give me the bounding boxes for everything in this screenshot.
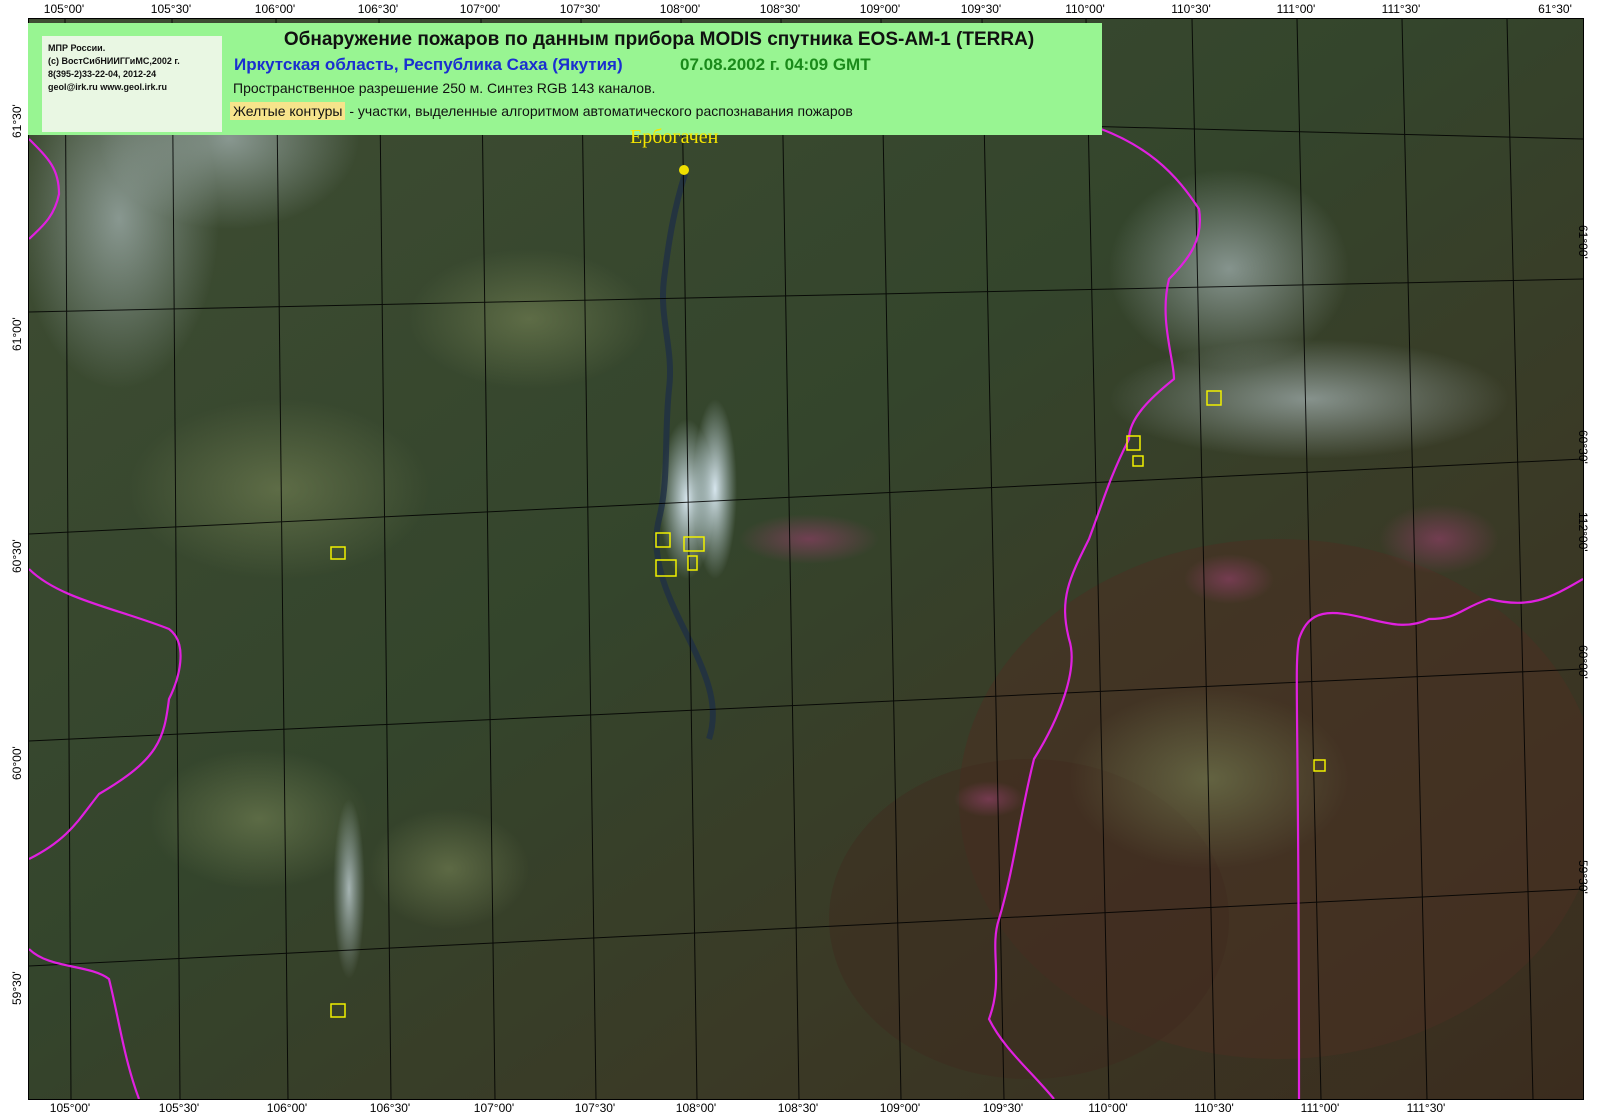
tick-label: 105°00' bbox=[43, 2, 85, 16]
tick-label: 109°30' bbox=[960, 2, 1002, 16]
tick-label: 110°00' bbox=[1065, 2, 1105, 16]
resolution-note: Пространственное разрешение 250 м. Синте… bbox=[233, 80, 656, 96]
tick-label: 106°00' bbox=[266, 1101, 308, 1115]
tick-label: 110°30' bbox=[1194, 1101, 1234, 1115]
tick-label: 111°00' bbox=[1300, 1101, 1340, 1115]
acquisition-datetime: 07.08.2002 г. 04:09 GMT bbox=[680, 55, 871, 74]
tick-label: 108°00' bbox=[675, 1101, 717, 1115]
tick-label: 110°30' bbox=[1171, 2, 1211, 16]
tick-label: 107°30' bbox=[559, 2, 601, 16]
tick-label: 109°00' bbox=[879, 1101, 921, 1115]
tick-label: 60°00' bbox=[10, 746, 24, 780]
org-line: 8(395-2)33-22-04, 2012-24 bbox=[48, 69, 157, 79]
organization-info: МПР России. (с) ВостСибНИИГГиМС,2002 г. … bbox=[42, 36, 222, 132]
tick-label: 61°00' bbox=[1576, 225, 1590, 259]
tick-label: 108°30' bbox=[777, 1101, 819, 1115]
tick-label: 60°30' bbox=[10, 539, 24, 573]
legend-highlight: Желтые контуры bbox=[230, 102, 346, 120]
tick-label: 112°00' bbox=[1576, 512, 1590, 552]
tick-label: 106°30' bbox=[357, 2, 399, 16]
tick-label: 109°00' bbox=[859, 2, 901, 16]
tick-label: 108°30' bbox=[759, 2, 801, 16]
tick-label: 107°00' bbox=[473, 1101, 515, 1115]
tick-label: 105°00' bbox=[49, 1101, 91, 1115]
legend-note: Желтые контуры - участки, выделенные алг… bbox=[230, 102, 853, 120]
tick-label: 110°00' bbox=[1088, 1101, 1128, 1115]
org-line: geol@irk.ru www.geol.irk.ru bbox=[48, 82, 167, 92]
tick-label: 105°30' bbox=[158, 1101, 200, 1115]
tick-label: 111°30' bbox=[1381, 2, 1421, 16]
town-label: Ербогачен bbox=[630, 126, 719, 148]
tick-label: 61°30' bbox=[10, 104, 24, 138]
map-image bbox=[28, 18, 1584, 1100]
region-label: Иркутская область, Республика Саха (Якут… bbox=[234, 55, 623, 74]
tick-label: 106°00' bbox=[254, 2, 296, 16]
tick-label: 107°30' bbox=[574, 1101, 616, 1115]
legend-text: - участки, выделенные алгоритмом автомат… bbox=[345, 103, 853, 119]
tick-label: 105°30' bbox=[150, 2, 192, 16]
tick-label: 59°30' bbox=[10, 971, 24, 1005]
tick-label: 106°30' bbox=[369, 1101, 411, 1115]
tick-label: 107°00' bbox=[459, 2, 501, 16]
tick-label: 61°30' bbox=[1538, 2, 1572, 16]
tick-label: 59°30' bbox=[1576, 860, 1590, 894]
tick-label: 111°00' bbox=[1276, 2, 1316, 16]
org-line: (с) ВостСибНИИГГиМС,2002 г. bbox=[48, 56, 180, 66]
tick-label: 111°30' bbox=[1406, 1101, 1446, 1115]
tick-label: 60°30' bbox=[1576, 430, 1590, 464]
tick-label: 61°00' bbox=[10, 317, 24, 351]
satellite-map bbox=[29, 19, 1583, 1099]
tick-label: 60°00' bbox=[1576, 645, 1590, 679]
org-line: МПР России. bbox=[48, 43, 106, 53]
map-header-panel: МПР России. (с) ВостСибНИИГГиМС,2002 г. … bbox=[28, 23, 1102, 135]
map-title: Обнаружение пожаров по данным прибора MO… bbox=[283, 29, 1035, 50]
tick-label: 108°00' bbox=[659, 2, 701, 16]
tick-label: 109°30' bbox=[982, 1101, 1024, 1115]
